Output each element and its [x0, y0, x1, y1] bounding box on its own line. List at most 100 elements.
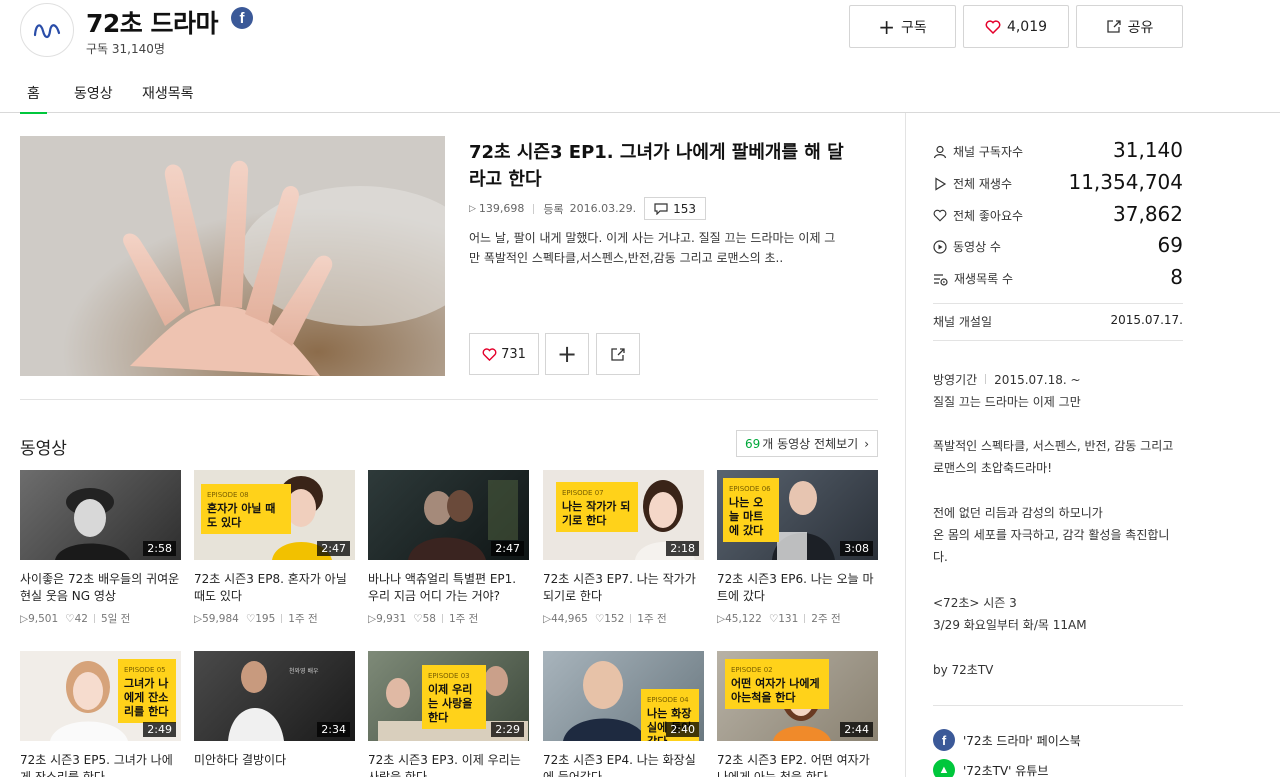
featured-thumbnail[interactable]	[20, 136, 445, 376]
video-card[interactable]: 천와영 배우 2:34 미안하다 결방이다	[194, 651, 355, 777]
channel-tabs: 홈 동영상 재생목록	[0, 72, 1280, 114]
video-title[interactable]: 72초 시즌3 EP7. 나는 작가가 되기로 한다	[543, 571, 704, 605]
tab-home[interactable]: 홈	[20, 83, 47, 114]
heart-icon: ♡	[245, 612, 256, 625]
video-duration: 2:49	[143, 722, 176, 737]
stat-subscribers: 채널 구독자수 31,140	[933, 138, 1183, 164]
video-card[interactable]: EPISODE 06 나는 오늘 마트에 갔다 3:08 72초 시즌3 EP6.…	[717, 470, 878, 626]
video-duration: 3:08	[840, 541, 873, 556]
video-card[interactable]: 2:47 바나나 액츄얼리 특별편 EP1. 우리 지금 어디 가는 거야? ▷…	[368, 470, 529, 626]
about-line: 로맨스의 초압축드라마!	[933, 461, 1053, 475]
person-icon	[933, 145, 947, 158]
play-circle-icon	[933, 239, 947, 254]
featured-date: 2016.03.29.	[569, 202, 637, 215]
video-thumbnail[interactable]: EPISODE 08 혼자가 아닐 때도 있다 2:47	[194, 470, 355, 560]
play-icon: ▷	[20, 612, 29, 625]
video-title[interactable]: 72초 시즌3 EP8. 혼자가 아닐 때도 있다	[194, 571, 355, 605]
stats-divider	[933, 303, 1183, 304]
video-title[interactable]: 72초 시즌3 EP6. 나는 오늘 마트에 갔다	[717, 571, 878, 605]
play-icon: ▷	[717, 612, 726, 625]
video-card[interactable]: EPISODE 07 나는 작가가 되기로 한다 2:18 72초 시즌3 EP7…	[543, 470, 704, 626]
share-button[interactable]: 공유	[1076, 5, 1183, 48]
facebook-icon: f	[933, 729, 955, 751]
plus-icon: +	[556, 340, 578, 368]
heart-icon: ♡	[65, 612, 75, 625]
subscriber-count: 구독 31,140명	[86, 42, 165, 56]
share-icon	[611, 347, 625, 361]
video-thumbnail[interactable]: EPISODE 05 그녀가 나에게 잔소리를 한다 2:49	[20, 651, 181, 741]
video-thumbnail[interactable]: EPISODE 07 나는 작가가 되기로 한다 2:18	[543, 470, 704, 560]
about-line: 다.	[933, 550, 948, 564]
featured-title[interactable]: 72초 시즌3 EP1. 그녀가 나에게 팔베개를 해 달라고 한다	[469, 139, 849, 193]
video-thumbnail[interactable]: 2:58	[20, 470, 181, 560]
video-title[interactable]: 72초 시즌3 EP3. 이제 우리는 사랑을 한다	[368, 752, 529, 777]
share-icon	[1106, 20, 1121, 33]
episode-tag: EPISODE 03 이제 우리는 사랑을 한다	[422, 665, 486, 729]
videos-section-title: 동영상	[20, 439, 67, 459]
heart-icon: ♡	[594, 612, 605, 625]
video-title[interactable]: 바나나 액츄얼리 특별편 EP1. 우리 지금 어디 가는 거야?	[368, 571, 529, 605]
video-thumbnail[interactable]: EPISODE 03 이제 우리는 사랑을 한다 2:29	[368, 651, 529, 741]
stat-total-views: 전체 재생수 11,354,704	[933, 170, 1183, 196]
heart-icon	[933, 209, 947, 222]
featured-add-button[interactable]: +	[545, 333, 589, 375]
opened-divider	[933, 340, 1183, 341]
video-thumbnail[interactable]: EPISODE 06 나는 오늘 마트에 갔다 3:08	[717, 470, 878, 560]
video-title[interactable]: 72초 시즌3 EP4. 나는 화장실에 들어갔다	[543, 752, 704, 777]
see-all-videos-button[interactable]: 69 개 동영상 전체보기 ›	[736, 430, 878, 457]
video-duration: 2:29	[491, 722, 524, 737]
about-line: 전에 없던 리듬과 감성의 하모니가	[933, 506, 1103, 520]
video-meta: ▷ 45,122 ♡ 131 2주 전	[717, 612, 841, 626]
featured-like-button[interactable]: 731	[469, 333, 539, 375]
video-title[interactable]: 72초 시즌3 EP5. 그녀가 나에게 잔소리를 한다	[20, 752, 181, 777]
video-thumbnail[interactable]: 천와영 배우 2:34	[194, 651, 355, 741]
video-thumbnail[interactable]: 2:47	[368, 470, 529, 560]
arrow-up-icon: ▲	[933, 759, 955, 777]
video-title[interactable]: 72초 시즌3 EP2. 어떤 여자가 나에게 아는 척을 한다	[717, 752, 878, 777]
play-icon: ▷	[469, 203, 476, 214]
about-line: 폭발적인 스펙타클, 서스펜스, 반전, 감동 그리고	[933, 439, 1174, 453]
heart-icon: ♡	[413, 612, 423, 625]
play-icon: ▷	[368, 612, 377, 625]
video-duration: 2:44	[840, 722, 873, 737]
episode-tag: EPISODE 05 그녀가 나에게 잔소리를 한다	[118, 659, 176, 723]
play-icon: ▷	[543, 612, 552, 625]
video-thumbnail[interactable]: EPISODE 04나는 화장실에 들어갔다 2:40	[543, 651, 704, 741]
chevron-right-icon: ›	[864, 436, 870, 451]
playlist-icon	[934, 273, 948, 286]
links-divider	[933, 705, 1183, 706]
subscribe-button[interactable]: + 구독	[849, 5, 956, 48]
tab-playlists[interactable]: 재생목록	[142, 83, 194, 103]
video-title[interactable]: 사이좋은 72초 배우들의 귀여운 현실 웃음 NG 영상	[20, 571, 181, 605]
channel-avatar[interactable]	[20, 3, 74, 57]
video-card[interactable]: EPISODE 02 어떤 여자가 나에게 아는척을 한다 2:44 72초 시즌…	[717, 651, 878, 777]
video-duration: 2:34	[317, 722, 350, 737]
comment-count-button[interactable]: 153	[644, 197, 707, 220]
featured-share-button[interactable]	[596, 333, 640, 375]
video-card[interactable]: EPISODE 03 이제 우리는 사랑을 한다 2:29 72초 시즌3 EP3…	[368, 651, 529, 777]
hand-image	[20, 136, 445, 376]
video-card[interactable]: EPISODE 04나는 화장실에 들어갔다 2:40 72초 시즌3 EP4.…	[543, 651, 704, 777]
video-duration: 2:58	[143, 541, 176, 556]
channel-title: 72초 드라마	[86, 9, 219, 38]
heart-icon: ♡	[768, 612, 779, 625]
opened-date: 2015.07.17.	[1110, 313, 1183, 327]
sidebar-divider	[905, 113, 906, 777]
stat-playlist-count: 재생목록 수 8	[933, 265, 1183, 291]
stat-video-count: 동영상 수 69	[933, 233, 1183, 259]
facebook-link[interactable]: f '72초 드라마' 페이스북	[933, 729, 1081, 751]
video-card[interactable]: EPISODE 05 그녀가 나에게 잔소리를 한다 2:49 72초 시즌3 E…	[20, 651, 181, 777]
facebook-badge-icon[interactable]: f	[231, 7, 253, 29]
about-line: 온 몸의 세포를 자극하고, 감각 활성을 촉진합니	[933, 528, 1170, 542]
like-button[interactable]: 4,019	[963, 5, 1069, 48]
video-card[interactable]: EPISODE 08 혼자가 아닐 때도 있다 2:47 72초 시즌3 EP8.…	[194, 470, 355, 626]
about-period: 방영기간 2015.07.18. ~	[933, 373, 1081, 387]
video-thumbnail[interactable]: EPISODE 02 어떤 여자가 나에게 아는척을 한다 2:44	[717, 651, 878, 741]
video-meta: ▷ 59,984 ♡ 195 1주 전	[194, 612, 318, 626]
video-meta: ▷ 9,501 ♡ 42 5일 전	[20, 612, 131, 626]
youtube-link[interactable]: ▲ '72초TV' 유튜브	[933, 759, 1048, 777]
tab-videos[interactable]: 동영상	[74, 83, 113, 103]
about-line: 3/29 화요일부터 화/목 11AM	[933, 618, 1087, 632]
video-title[interactable]: 미안하다 결방이다	[194, 752, 355, 777]
video-card[interactable]: 2:58 사이좋은 72초 배우들의 귀여운 현실 웃음 NG 영상 ▷ 9,50…	[20, 470, 181, 626]
